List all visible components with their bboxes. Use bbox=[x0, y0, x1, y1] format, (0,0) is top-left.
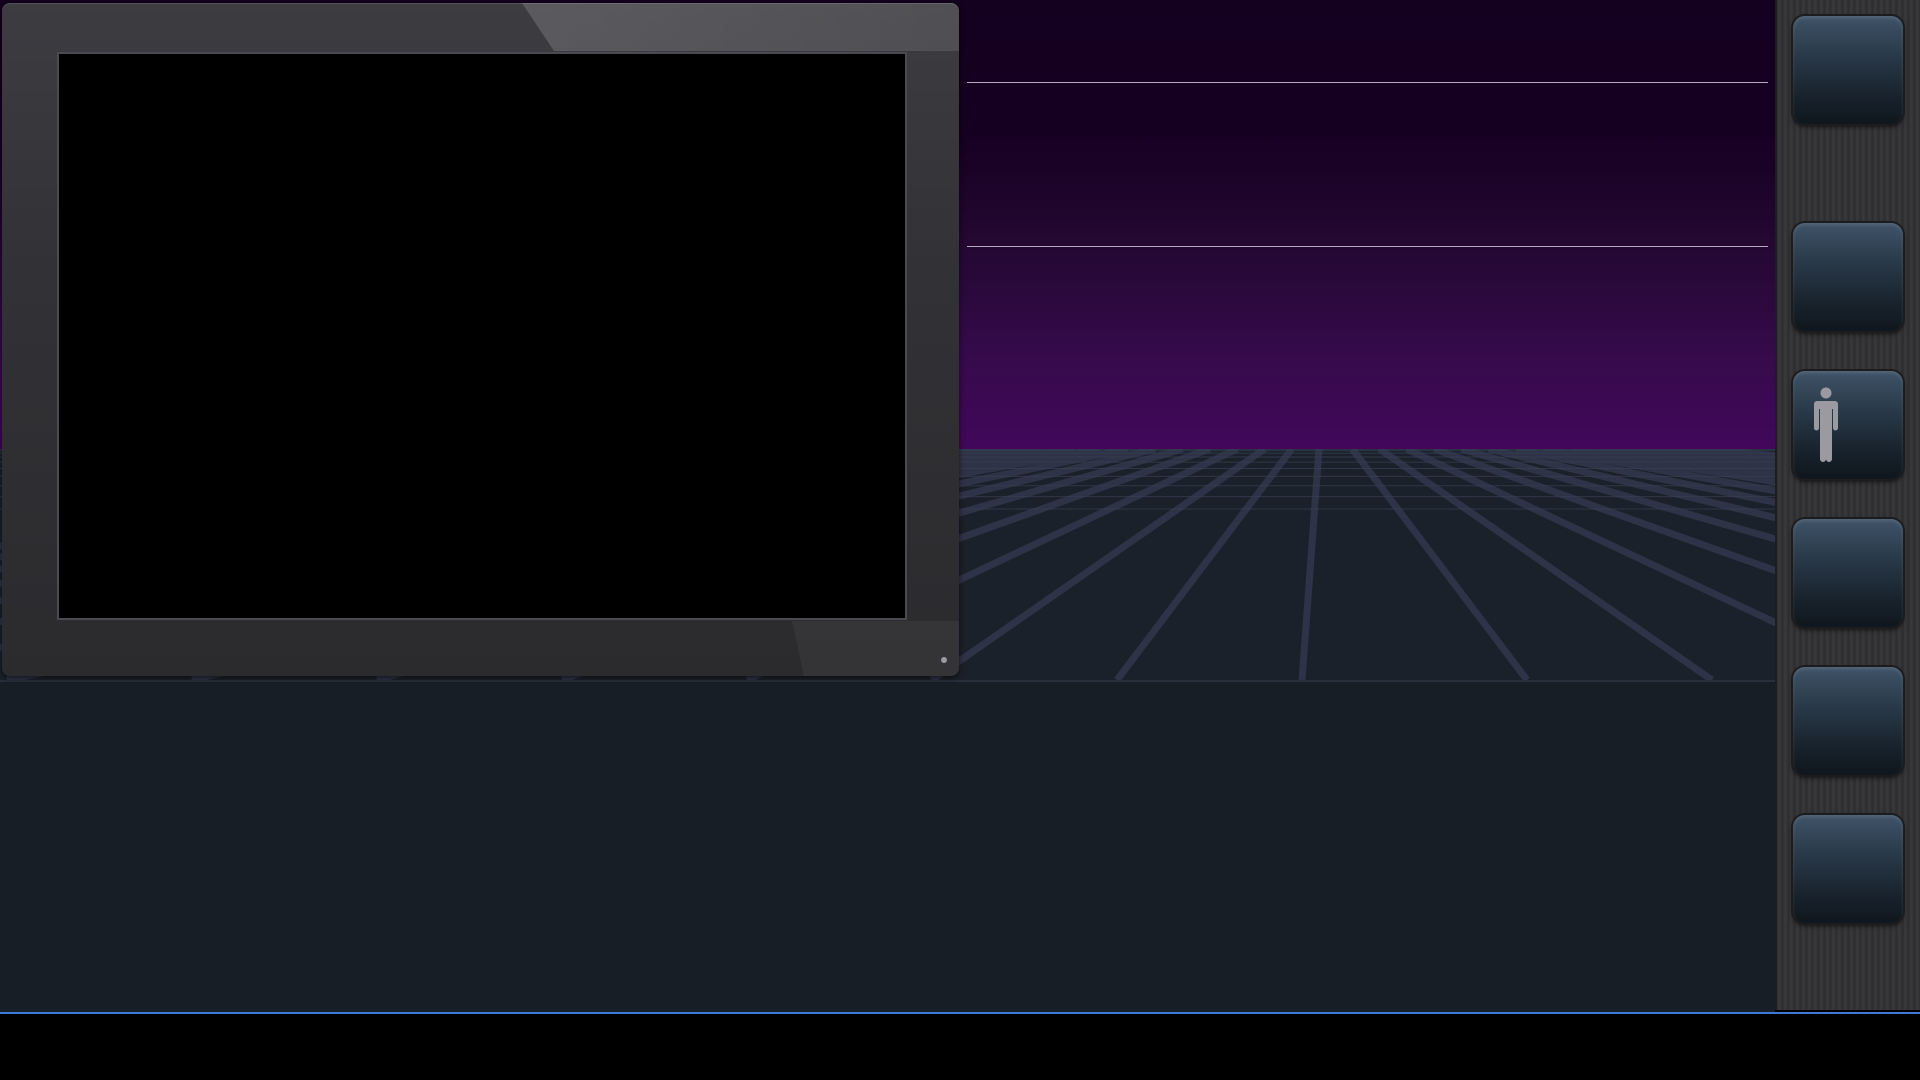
monitor-glare bbox=[522, 3, 959, 51]
horizon-line-upper bbox=[967, 82, 1768, 83]
person-icon bbox=[1814, 387, 1838, 462]
horizon-line-lower bbox=[967, 246, 1768, 247]
bottom-panel bbox=[0, 680, 1775, 1014]
monitor-frame bbox=[2, 3, 959, 676]
bottom-bar bbox=[0, 1014, 1920, 1080]
tool-rail bbox=[1775, 0, 1920, 1010]
tool-slot-4-button[interactable] bbox=[1793, 519, 1903, 627]
tool-slot-2-button[interactable] bbox=[1793, 223, 1903, 331]
tool-slot-5-button[interactable] bbox=[1793, 667, 1903, 775]
tool-slot-6-button[interactable] bbox=[1793, 815, 1903, 923]
monitor-screen[interactable] bbox=[57, 52, 907, 620]
tool-slot-3-button[interactable] bbox=[1793, 371, 1903, 479]
monitor-glare-bottom bbox=[792, 621, 959, 676]
power-led-icon bbox=[941, 657, 947, 663]
tool-slot-1-button[interactable] bbox=[1793, 16, 1903, 124]
game-stage bbox=[0, 0, 1920, 1080]
